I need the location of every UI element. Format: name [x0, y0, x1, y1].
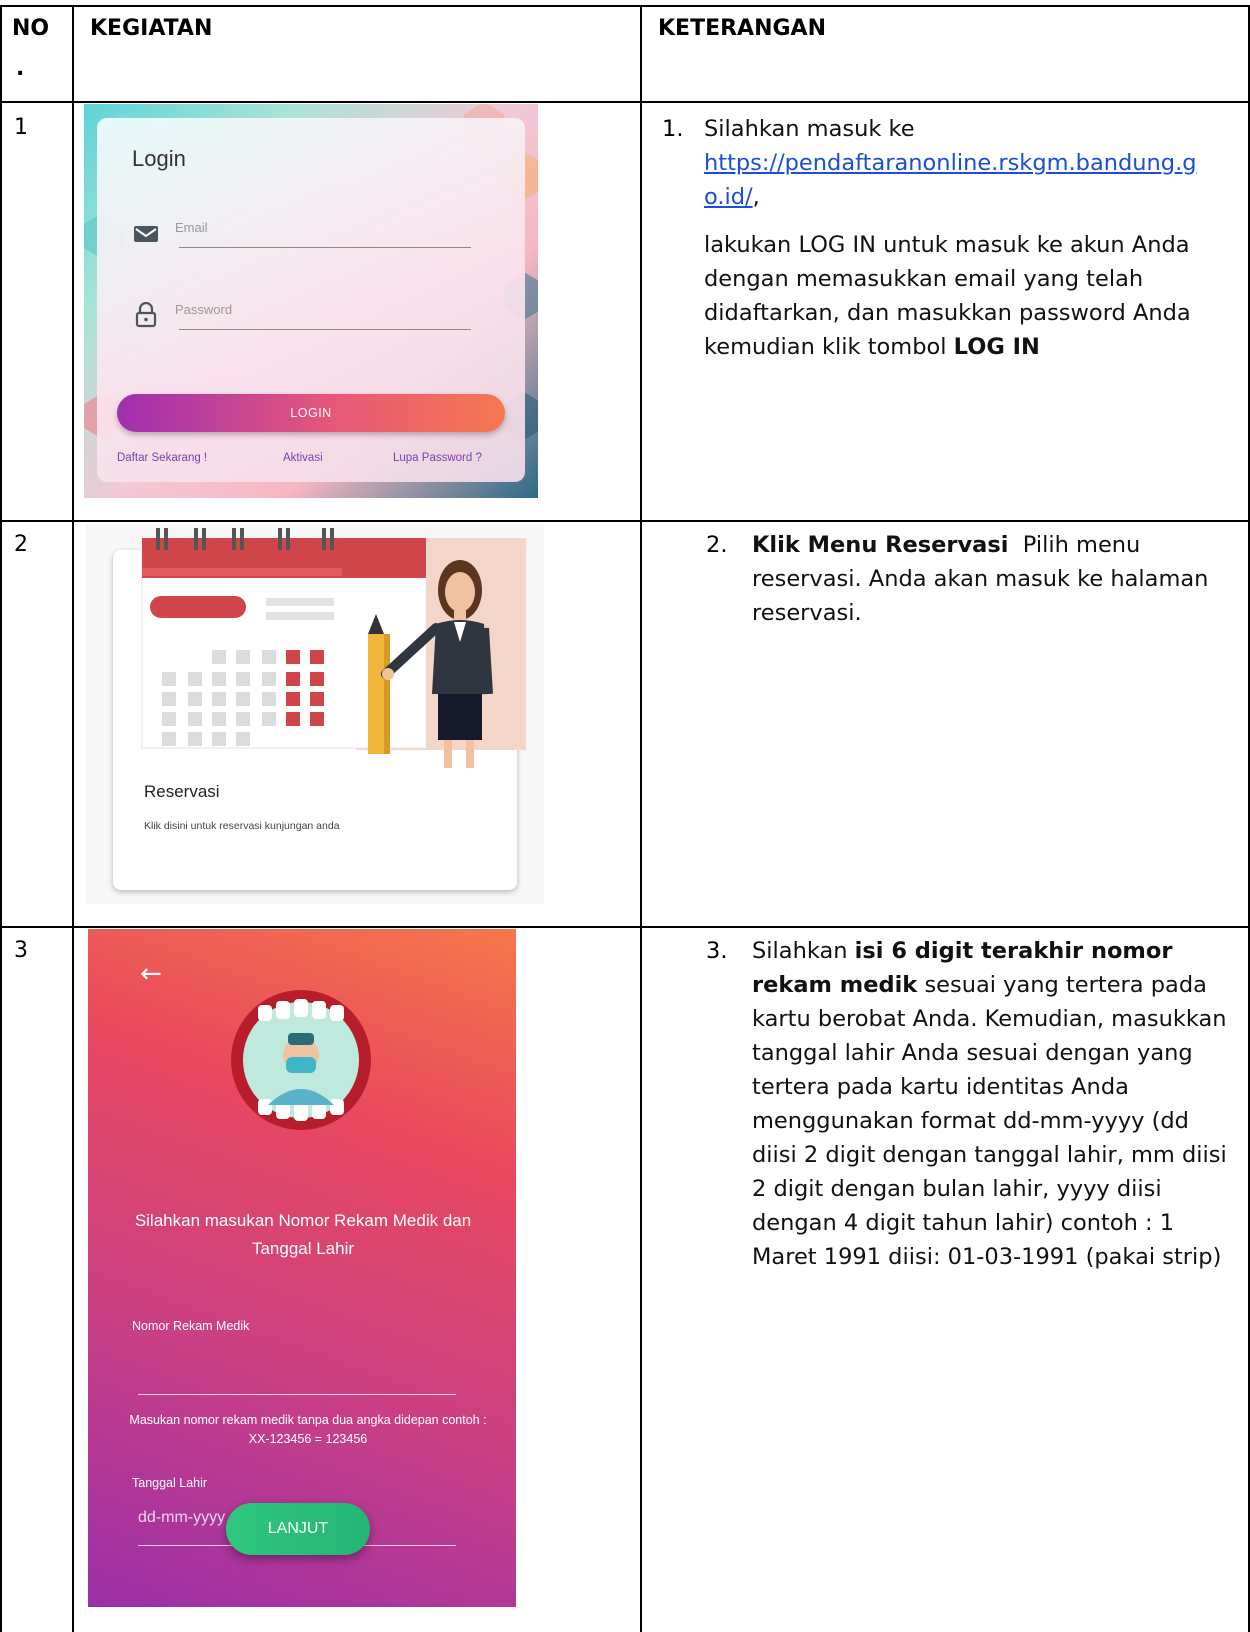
form-title: Silahkan masukan Nomor Rekam Medik dan T… — [134, 1211, 472, 1258]
header-kegiatan: KEGIATAN — [90, 16, 213, 41]
dob-label: Tanggal Lahir — [132, 1476, 208, 1490]
email-field-underline — [179, 247, 471, 248]
instruction-table: NO . KEGIATAN KETERANGAN 1 2 3 Login Ema… — [0, 0, 1250, 1632]
activation-link[interactable]: Aktivasi — [283, 452, 323, 464]
header-keterangan: KETERANGAN — [658, 16, 826, 41]
row-number: 3 — [14, 938, 28, 963]
note-intro: Silahkan masuk ke — [704, 116, 915, 142]
reservasi-screenshot: Reservasi Klik disini untuk reservasi ku… — [86, 524, 544, 904]
calendar-illustration-icon — [141, 528, 526, 768]
password-field-placeholder[interactable]: Password — [175, 302, 232, 317]
back-arrow-icon[interactable]: ← — [140, 959, 162, 989]
table-border-header — [0, 101, 1250, 103]
step-number: 2. — [706, 532, 728, 558]
step-note-1: Silahkan masuk ke https://pendaftaranonl… — [704, 116, 1197, 360]
table-border-row2 — [0, 926, 1250, 928]
reservasi-subtitle: Klik disini untuk reservasi kunjungan an… — [144, 820, 340, 832]
table-border-left — [0, 5, 2, 1632]
table-col-divider-2 — [640, 5, 642, 1632]
step-number: 3. — [706, 938, 728, 964]
dentist-avatar-icon — [231, 990, 371, 1130]
rm-label: Nomor Rekam Medik — [132, 1319, 250, 1333]
registration-url-link[interactable]: https://pendaftaranonline.rskgm.bandung.… — [704, 150, 1197, 210]
table-col-divider-1 — [72, 5, 74, 1632]
register-link[interactable]: Daftar Sekarang ! — [117, 452, 207, 464]
note-pre: Silahkan — [752, 938, 848, 964]
rm-hint: Masukan nomor rekam medik tanpa dua angk… — [129, 1413, 487, 1446]
lock-icon — [135, 302, 157, 328]
password-field-underline — [179, 329, 471, 330]
rm-input-underline[interactable] — [138, 1394, 456, 1395]
step-number: 1. — [662, 116, 684, 142]
row-number: 2 — [14, 532, 28, 557]
step-note-3: Silahkan isi 6 digit terakhir nomor reka… — [752, 934, 1234, 1274]
note-bold: LOG IN — [953, 334, 1040, 360]
mail-icon — [134, 226, 158, 242]
header-no-dot: . — [16, 56, 25, 81]
table-border-row1 — [0, 520, 1250, 522]
email-field-placeholder[interactable]: Email — [175, 220, 208, 235]
lanjut-button[interactable]: LANJUT — [226, 1503, 370, 1555]
dob-input[interactable]: dd-mm-yyyy — [138, 1509, 225, 1527]
row-number: 1 — [14, 115, 28, 140]
login-card: Login Email Password LOGIN Daftar Sekara… — [97, 118, 525, 482]
note-bold: Klik Menu Reservasi — [752, 532, 1009, 558]
note-body: sesuai yang tertera pada kartu berobat A… — [752, 972, 1227, 1270]
step-note-2: Klik Menu Reservasi Pilih menu reservasi… — [752, 528, 1232, 630]
note-body: lakukan LOG IN untuk masuk ke akun Anda … — [704, 232, 1191, 360]
login-title: Login — [132, 146, 186, 171]
forgot-password-link[interactable]: Lupa Password ? — [393, 452, 482, 464]
table-border-top — [0, 5, 1250, 7]
header-no: NO — [12, 16, 50, 41]
reservasi-title: Reservasi — [144, 782, 220, 801]
login-button[interactable]: LOGIN — [117, 394, 505, 432]
login-screenshot: Login Email Password LOGIN Daftar Sekara… — [84, 104, 538, 498]
